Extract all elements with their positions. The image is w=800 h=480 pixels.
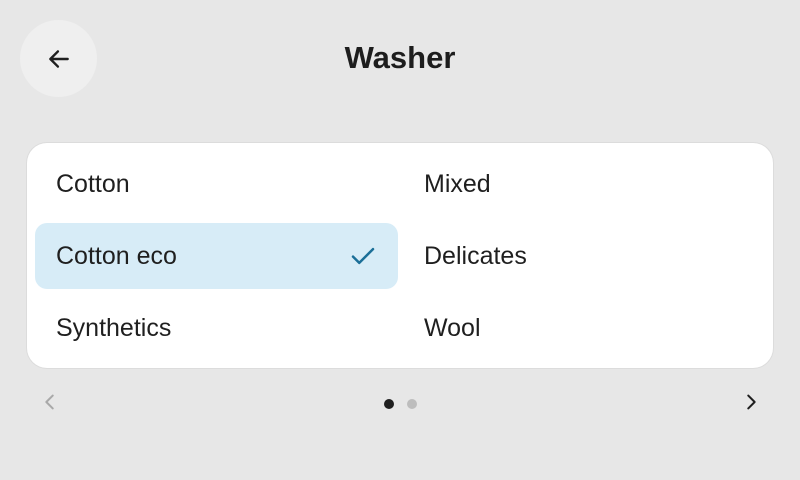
chevron-right-icon [740,391,762,418]
previous-page-button[interactable] [36,390,64,418]
program-list: Cotton Cotton eco Synthetics Mixed Delic… [27,143,773,368]
washer-screen: Washer Cotton Cotton eco Synthetics Mixe… [0,0,800,480]
program-option-synthetics[interactable]: Synthetics [35,295,398,361]
program-option-mixed[interactable]: Mixed [403,151,765,217]
program-label: Wool [424,313,481,342]
program-option-cotton[interactable]: Cotton [35,151,398,217]
program-label: Cotton eco [56,241,177,270]
page-indicator-dot[interactable] [407,399,417,409]
program-label: Cotton [56,169,130,198]
next-page-button[interactable] [737,390,765,418]
chevron-left-icon [39,391,61,418]
program-label: Mixed [424,169,491,198]
program-label: Delicates [424,241,527,270]
program-option-delicates[interactable]: Delicates [403,223,765,289]
page-indicator-dot-active [384,399,394,409]
program-label: Synthetics [56,313,172,342]
program-option-cotton-eco[interactable]: Cotton eco [35,223,398,289]
checkmark-icon [348,241,378,271]
program-option-wool[interactable]: Wool [403,295,765,361]
page-title: Washer [344,40,456,75]
pager [0,384,800,424]
